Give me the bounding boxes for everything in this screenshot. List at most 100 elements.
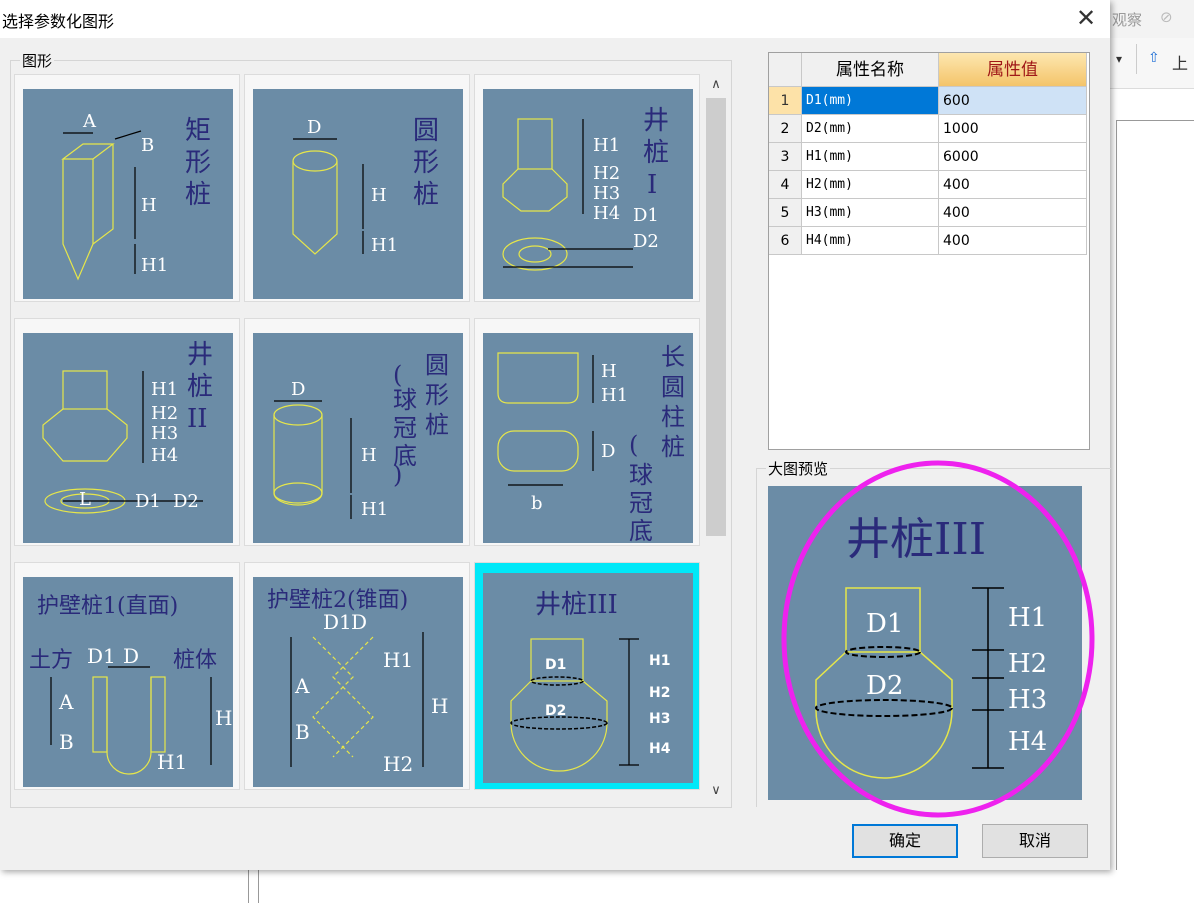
background-toolbar-row: ▾ ⇧ 上	[1110, 38, 1194, 89]
well-pile-2-thumbnail: H1 H2H3H4 L D1 D2 井桩II	[23, 333, 233, 543]
svg-text:D: D	[601, 441, 615, 462]
shape-tile-retaining-pile-1[interactable]: D1 D A B H H1 护壁桩1(直面) 土方 桩体	[14, 562, 240, 790]
svg-text:H1: H1	[649, 653, 670, 669]
table-row[interactable]: 2 D2(mm) 1000	[769, 115, 1087, 143]
gallery-scrollbar[interactable]: ∧ ∨	[704, 74, 728, 802]
close-icon[interactable]: ✕	[1068, 2, 1104, 34]
long-round-pile-thumbnail: H H1 Db 长圆柱桩 (球冠底	[483, 333, 693, 543]
svg-text:形: 形	[425, 381, 449, 409]
svg-text:底: 底	[629, 517, 653, 543]
table-row[interactable]: 3 H1(mm) 6000	[769, 143, 1087, 171]
svg-text:b: b	[531, 493, 543, 514]
svg-text:柱: 柱	[661, 403, 685, 431]
preview-dim-label: H1	[1008, 603, 1047, 633]
property-value-cell[interactable]: 600	[939, 87, 1087, 115]
property-name-header[interactable]: 属性名称	[802, 53, 939, 87]
shape-tile-well-pile-1[interactable]: H1 H2 H3 H4 D1 D2 井桩I	[474, 74, 700, 302]
up-arrow-icon[interactable]: ⇧	[1148, 50, 1160, 66]
preview-dim-label: D1	[866, 609, 903, 639]
svg-text:井: 井	[187, 340, 213, 370]
table-row[interactable]: 6 H4(mm) 400	[769, 227, 1087, 255]
svg-text:圆: 圆	[425, 351, 449, 379]
property-name-cell[interactable]: H2(mm)	[802, 171, 939, 199]
svg-text:D1: D1	[545, 657, 566, 673]
retaining-pile-1-thumbnail: D1 D AB H H1 护壁桩1(直面) 土方 桩体	[23, 577, 233, 787]
svg-text:H2: H2	[151, 403, 178, 424]
shape-gallery: A B H H1 矩形桩 D H H1 圆形桩 H1 H2 H3 H4 D1 D…	[14, 74, 702, 802]
preview-dim-label: H2	[1008, 649, 1047, 679]
svg-text:H1: H1	[601, 385, 628, 406]
svg-text:B: B	[141, 135, 154, 156]
dialog-title: 选择参数化图形	[2, 12, 115, 31]
preview-title: 井桩III	[846, 514, 986, 565]
svg-text:球: 球	[629, 461, 653, 489]
svg-text:H1: H1	[157, 750, 187, 774]
property-value-cell[interactable]: 6000	[939, 143, 1087, 171]
property-value-cell[interactable]: 400	[939, 199, 1087, 227]
property-value-header[interactable]: 属性值	[939, 53, 1087, 87]
svg-text:(: (	[393, 361, 402, 389]
svg-text:冠: 冠	[629, 489, 653, 517]
dropdown-arrow-icon[interactable]: ▾	[1116, 52, 1122, 66]
svg-text:H1: H1	[141, 255, 168, 276]
well-pile-1-thumbnail: H1 H2H3H4 D1 D2 井桩I	[483, 89, 693, 299]
svg-text:H1: H1	[151, 379, 178, 400]
shape-tile-round-pile-spherical[interactable]: D H H1 圆形桩(球冠底)	[244, 318, 470, 546]
property-table: 属性名称 属性值 1 D1(mm) 600 2 D2(mm) 1000 3 H1…	[768, 52, 1090, 450]
svg-text:D: D	[123, 644, 139, 668]
svg-text:D: D	[351, 610, 367, 634]
table-row[interactable]: 5 H3(mm) 400	[769, 199, 1087, 227]
property-name-cell[interactable]: H4(mm)	[802, 227, 939, 255]
ok-button[interactable]: 确定	[852, 824, 958, 858]
cancel-button[interactable]: 取消	[982, 824, 1088, 858]
preview-label: 大图预览	[766, 458, 831, 479]
property-name-cell[interactable]: H3(mm)	[802, 199, 939, 227]
svg-text:长: 长	[661, 343, 685, 371]
row-index: 1	[769, 87, 802, 115]
svg-text:H2: H2	[649, 685, 670, 701]
svg-text:桩: 桩	[187, 372, 213, 402]
svg-text:H1: H1	[383, 648, 413, 672]
property-value-cell[interactable]: 1000	[939, 115, 1087, 143]
property-name-cell[interactable]: H1(mm)	[802, 143, 939, 171]
preview-dim-label: H4	[1008, 727, 1047, 757]
shape-tile-well-pile-3-selected[interactable]: 井桩III D1 D2 H1 H2 H3 H4	[474, 562, 700, 790]
dialog-titlebar: 选择参数化图形 ✕	[0, 0, 1110, 38]
property-name-cell[interactable]: D2(mm)	[802, 115, 939, 143]
scroll-up-arrow-icon[interactable]: ∧	[704, 74, 728, 96]
svg-text:土方: 土方	[29, 648, 73, 673]
svg-text:H3: H3	[151, 423, 178, 444]
svg-text:井桩III: 井桩III	[535, 590, 618, 620]
shape-tile-long-round-pile[interactable]: H H1 Db 长圆柱桩 (球冠底	[474, 318, 700, 546]
background-toolbar-text[interactable]: 观察	[1112, 9, 1142, 30]
svg-text:H1: H1	[371, 235, 398, 256]
svg-text:圆: 圆	[661, 373, 685, 401]
shape-tile-well-pile-2[interactable]: H1 H2 H3 H4 L D1 D2 井桩 II	[14, 318, 240, 546]
svg-text:L: L	[79, 489, 91, 510]
shape-tile-retaining-pile-2[interactable]: D1 D A B H1 H H2 护壁桩2(锥面)	[244, 562, 470, 790]
svg-text:D: D	[307, 117, 321, 138]
svg-text:H: H	[141, 195, 157, 216]
svg-text:桩: 桩	[425, 411, 449, 439]
table-row[interactable]: 1 D1(mm) 600	[769, 87, 1087, 115]
row-index: 2	[769, 115, 802, 143]
row-index: 6	[769, 227, 802, 255]
scroll-down-arrow-icon[interactable]: ∨	[704, 780, 728, 802]
svg-text:H: H	[371, 185, 387, 206]
property-name-cell[interactable]: D1(mm)	[802, 87, 939, 115]
large-preview-image: 井桩III D1 D2 H1 H2 H3 H4	[768, 486, 1082, 800]
property-value-cell[interactable]: 400	[939, 171, 1087, 199]
well-pile-3-thumbnail: 井桩III D1 D2 H1 H2 H3 H4	[483, 573, 693, 783]
svg-text:(: (	[629, 431, 638, 459]
svg-text:A: A	[58, 690, 74, 714]
property-value-cell[interactable]: 400	[939, 227, 1087, 255]
row-index: 4	[769, 171, 802, 199]
shape-tile-round-pile[interactable]: D H H1 圆形桩	[244, 74, 470, 302]
background-frame-inner	[258, 870, 1194, 903]
svg-text:护壁桩1(直面): 护壁桩1(直面)	[37, 594, 178, 619]
svg-text:B: B	[59, 730, 74, 754]
table-row[interactable]: 4 H2(mm) 400	[769, 171, 1087, 199]
shape-tile-rect-pile[interactable]: A B H H1 矩形桩	[14, 74, 240, 302]
background-up-label[interactable]: 上	[1172, 50, 1188, 74]
scrollbar-thumb[interactable]	[706, 98, 726, 536]
